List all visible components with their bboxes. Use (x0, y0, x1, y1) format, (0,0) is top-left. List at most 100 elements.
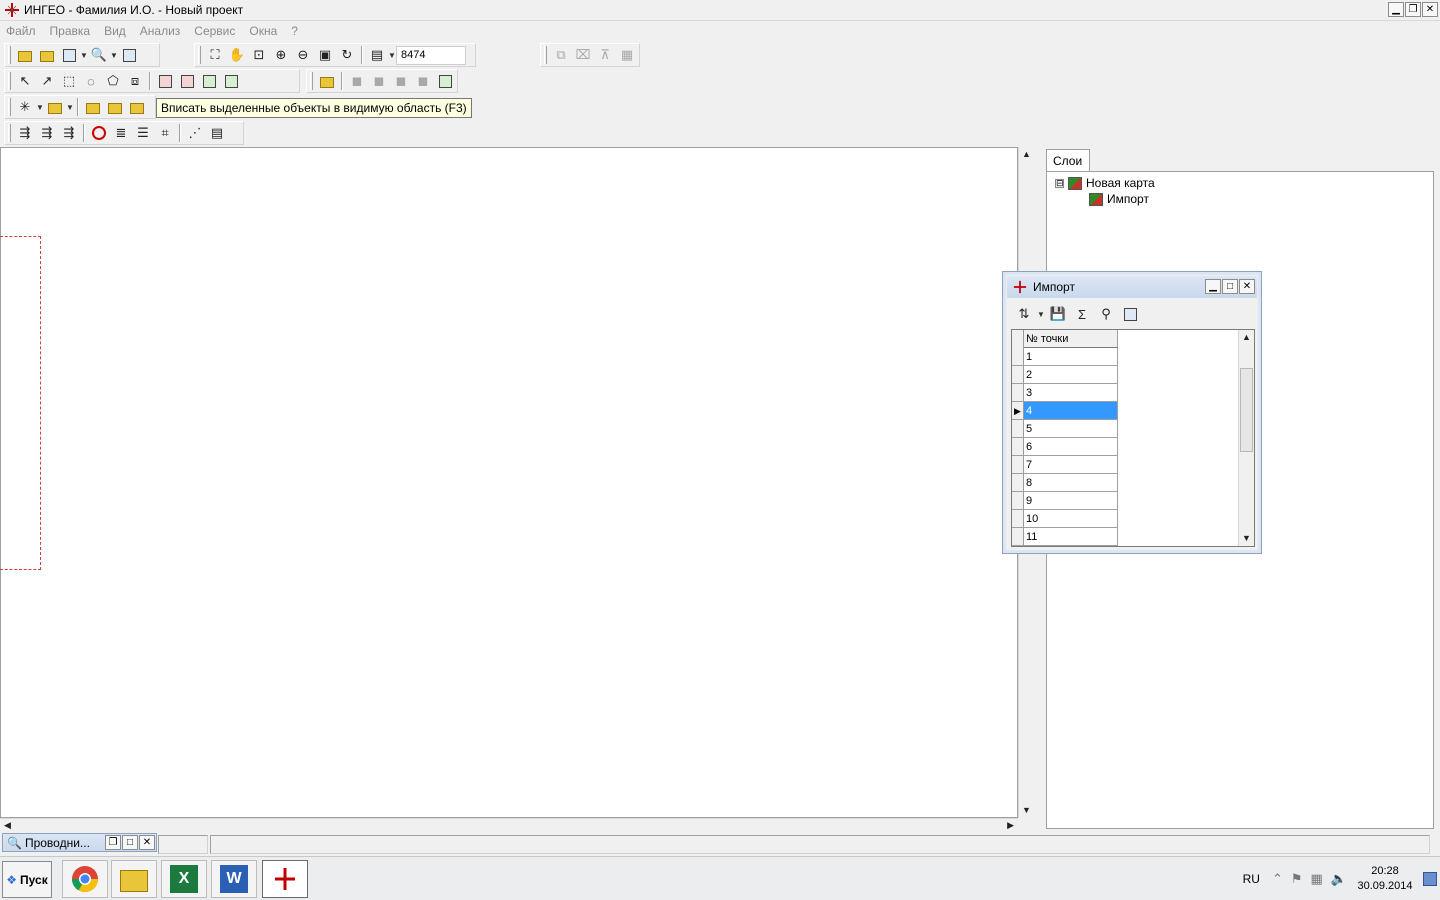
sort-button[interactable]: ⇅ (1013, 304, 1035, 325)
delete-object-button[interactable]: ◼ (412, 71, 434, 92)
taskbar-excel[interactable]: X (161, 860, 207, 898)
grid-cell[interactable]: 2 (1024, 366, 1118, 384)
layer-dropdown-icon[interactable]: ▼ (66, 103, 74, 112)
save-table-button[interactable]: 💾 (1047, 304, 1069, 325)
scale-button[interactable]: ▤ (366, 45, 388, 66)
report-button[interactable]: ▤ (206, 123, 228, 144)
select-layer-button[interactable]: ⧈ (124, 71, 146, 92)
open-project-button[interactable] (14, 45, 36, 66)
preview-button[interactable]: 🔍 (88, 45, 110, 66)
find-button[interactable]: ⚲ (1095, 304, 1117, 325)
explorer-restore-button[interactable]: ❐ (105, 835, 121, 850)
generalize-button[interactable]: ⌗ (154, 123, 176, 144)
table-delete-button[interactable]: ⌧ (572, 45, 594, 66)
grid-scroll-down-icon[interactable]: ▼ (1242, 534, 1251, 543)
grid-row-indicator[interactable] (1012, 474, 1024, 492)
select-circle-button[interactable]: ◌ (80, 71, 102, 92)
grid-cell[interactable]: 8 (1024, 474, 1118, 492)
menu-analysis[interactable]: Анализ (140, 24, 181, 38)
clear-selection-button[interactable] (198, 71, 220, 92)
grid-row-indicator[interactable] (1012, 348, 1024, 366)
tree-item-import[interactable]: Импорт (1089, 192, 1149, 206)
table-copy-button[interactable]: ⧉ (550, 45, 572, 66)
clock[interactable]: 20:28 30.09.2014 (1355, 864, 1415, 894)
show-desktop-button[interactable] (1423, 872, 1437, 886)
grid-row-indicator[interactable] (1012, 438, 1024, 456)
layers-stack-button[interactable]: ≣ (110, 123, 132, 144)
explorer-maximize-button[interactable]: □ (122, 835, 138, 850)
tool-route-3-button[interactable]: ⇶ (58, 123, 80, 144)
scroll-left-icon[interactable]: ◀ (4, 821, 11, 830)
network-icon[interactable]: ▦ (1311, 871, 1323, 887)
action-center-flag-icon[interactable]: ⚑ (1291, 871, 1303, 887)
tab-layers[interactable]: Слои (1046, 149, 1090, 171)
language-indicator[interactable]: RU (1243, 872, 1260, 886)
toolbar-grip[interactable] (8, 46, 11, 64)
import-maximize-button[interactable]: □ (1222, 279, 1238, 294)
select-arrow-button[interactable]: ↖ (14, 71, 36, 92)
menu-help[interactable]: ? (291, 24, 298, 38)
explorer-minimized-window[interactable]: 🔍 Проводни... ❐ □ ✕ (2, 833, 157, 852)
zoom-all-button[interactable]: ▣ (314, 45, 336, 66)
select-rect-button[interactable]: ⬚ (58, 71, 80, 92)
tree-collapse-icon[interactable]: ⊟ (1055, 178, 1064, 188)
grid-vertical-scrollbar[interactable]: ▲ ▼ (1238, 330, 1254, 546)
scroll-up-icon[interactable]: ▲ (1022, 150, 1031, 159)
restore-button[interactable]: ❐ (1405, 2, 1421, 17)
properties-button[interactable] (434, 71, 456, 92)
grid-row-indicator[interactable] (1012, 528, 1024, 546)
grid-scroll-thumb[interactable] (1240, 368, 1253, 452)
copy-object-button[interactable]: ◼ (368, 71, 390, 92)
grid-cell[interactable]: 5 (1024, 420, 1118, 438)
export-data-button[interactable] (104, 97, 126, 118)
tool-route-2-button[interactable]: ⇶ (36, 123, 58, 144)
close-button[interactable]: ✕ (1422, 2, 1438, 17)
scroll-right-icon[interactable]: ▶ (1007, 821, 1014, 830)
save-project-button[interactable] (36, 45, 58, 66)
grid-row-indicator[interactable]: ▶ (1012, 402, 1024, 420)
zoom-extent-button[interactable]: ⛶ (204, 45, 226, 66)
tool-route-button[interactable]: ⇶ (14, 123, 36, 144)
import-data-grid[interactable]: № точки 1 2 3 ▶ 4 5 6 7 8 9 10 11 ▲ ▼ (1011, 329, 1255, 547)
grid-cell[interactable]: 4 (1024, 402, 1118, 420)
edit-object-button[interactable] (316, 71, 338, 92)
toolbar-grip[interactable] (198, 46, 201, 64)
preview-dropdown-icon[interactable]: ▼ (110, 51, 118, 60)
menu-view[interactable]: Вид (104, 24, 126, 38)
grid-cell[interactable]: 7 (1024, 456, 1118, 474)
create-dropdown-icon[interactable]: ▼ (36, 103, 44, 112)
scroll-down-icon[interactable]: ▼ (1022, 806, 1031, 815)
stop-button[interactable] (88, 123, 110, 144)
toolbar-grip[interactable] (544, 46, 547, 64)
grid-row-indicator[interactable] (1012, 384, 1024, 402)
grid-scroll-up-icon[interactable]: ▲ (1242, 333, 1251, 342)
menu-service[interactable]: Сервис (194, 24, 235, 38)
print-button[interactable] (58, 45, 80, 66)
table-grid-button[interactable]: ▦ (616, 45, 638, 66)
import-minimize-button[interactable]: ▁ (1205, 279, 1221, 294)
zoom-in-button[interactable]: ⊕ (270, 45, 292, 66)
export-button[interactable] (118, 45, 140, 66)
grid-row-indicator[interactable] (1012, 492, 1024, 510)
grid-cell[interactable]: 1 (1024, 348, 1118, 366)
menu-windows[interactable]: Окна (249, 24, 277, 38)
import-window-titlebar[interactable]: Импорт ▁ □ ✕ (1007, 276, 1257, 298)
taskbar-word[interactable]: W (211, 860, 257, 898)
table-filter-button[interactable]: ⊼ (594, 45, 616, 66)
print-dropdown-icon[interactable]: ▼ (80, 51, 88, 60)
table-view-button[interactable] (1119, 304, 1141, 325)
grid-cell[interactable]: 9 (1024, 492, 1118, 510)
grid-cell[interactable]: 6 (1024, 438, 1118, 456)
grid-row-indicator[interactable] (1012, 366, 1024, 384)
scale-input[interactable]: 8474 (396, 45, 466, 65)
start-button[interactable]: ❖ Пуск (2, 861, 52, 898)
toolbar-grip[interactable] (8, 124, 11, 142)
refresh-view-button[interactable]: ↻ (336, 45, 358, 66)
taskbar-ingeo[interactable] (262, 860, 308, 898)
minimize-button[interactable]: ▁ (1388, 2, 1404, 17)
graph-button[interactable]: ⋰ (184, 123, 206, 144)
zoom-out-button[interactable]: ⊖ (292, 45, 314, 66)
tray-expand-icon[interactable]: ⌃ (1272, 871, 1283, 887)
invert-selection-button[interactable] (176, 71, 198, 92)
menu-file[interactable]: Файл (6, 24, 36, 38)
